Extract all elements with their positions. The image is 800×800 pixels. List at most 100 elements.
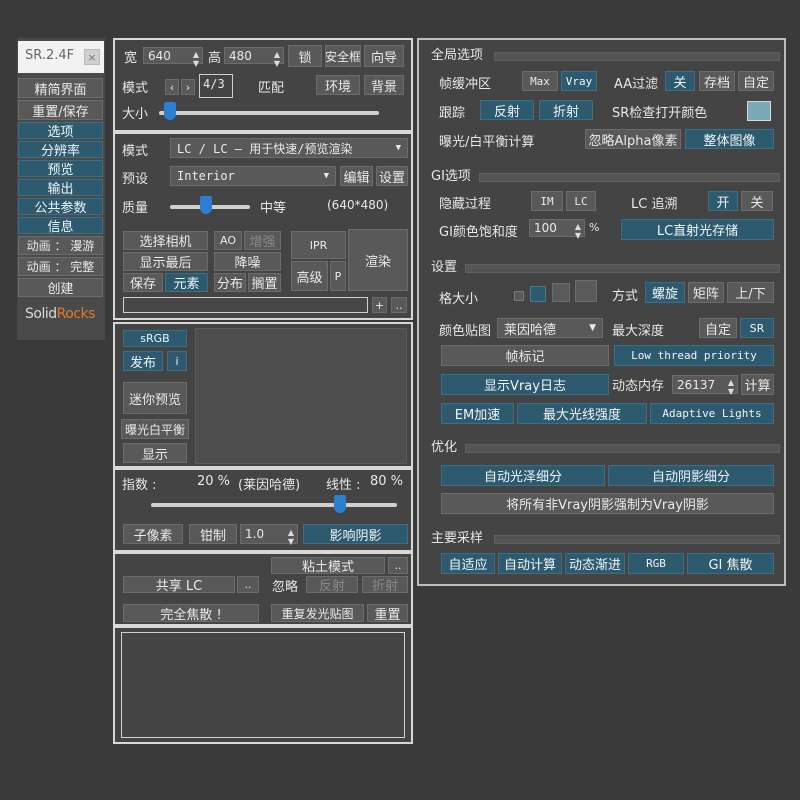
environment-button[interactable]: 环境 [316, 75, 360, 95]
gi-caustics-button[interactable]: GI 焦散 [687, 553, 774, 574]
render-mode-select[interactable]: LC / LC – 用于快速/预览渲染 ▼ [170, 138, 408, 158]
aa-save-button[interactable]: 存档 [699, 71, 735, 91]
whole-image-button[interactable]: 整体图像 [685, 129, 774, 149]
sidebar-item-resolution[interactable]: 分辨率 [18, 141, 103, 158]
chevron-left-icon[interactable]: ‹ [165, 79, 179, 95]
show-vray-log-button[interactable]: 显示Vray日志 [441, 374, 609, 395]
safe-frame-button[interactable]: 安全框 [325, 45, 361, 67]
p-button[interactable]: P [330, 261, 346, 291]
show-preview-button[interactable]: 显示 [123, 443, 187, 463]
close-icon[interactable]: × [84, 49, 100, 65]
lock-button[interactable]: 锁 [288, 45, 322, 67]
preset-settings-button[interactable]: 设置 [376, 166, 408, 186]
ao-button[interactable]: AO [214, 231, 242, 250]
select-camera-button[interactable]: 选择相机 [123, 231, 208, 250]
sidebar-item-preview[interactable]: 预览 [18, 160, 103, 177]
size-slider-thumb[interactable] [164, 102, 176, 120]
mini-preview-button[interactable]: 迷你预览 [123, 382, 187, 414]
enhance-button[interactable]: 增强 [244, 231, 281, 250]
dynamic-memory-input[interactable]: 26137 ▲ ▼ [672, 375, 738, 396]
preset-select[interactable]: Interior ▼ [170, 166, 336, 186]
render-button[interactable]: 渲染 [348, 229, 408, 291]
color-map-select[interactable]: 莱因哈德 ▼ [497, 318, 603, 338]
publish-button[interactable]: 发布 [123, 351, 163, 371]
info-button[interactable]: i [167, 351, 187, 371]
calculate-button[interactable]: 计算 [741, 374, 774, 395]
auto-calc-sampler-button[interactable]: 自动计算 [498, 553, 562, 574]
grid-size-4[interactable] [575, 280, 597, 302]
fb-max-button[interactable]: Max [522, 71, 558, 91]
force-vray-shadows-button[interactable]: 将所有非Vray阴影强制为Vray阴影 [441, 493, 774, 514]
width-input[interactable]: 640 ▲ ▼ [143, 47, 203, 68]
gi-saturation-input[interactable]: 100 ▲ ▼ [529, 219, 585, 240]
share-lc-more-button[interactable]: .. [237, 576, 259, 593]
sidebar-item-info[interactable]: 信息 [18, 217, 103, 234]
chevron-right-icon[interactable]: › [181, 79, 195, 95]
sidebar-item-common[interactable]: 公共参数 [18, 198, 103, 215]
ipr-button[interactable]: IPR [291, 231, 346, 259]
height-input[interactable]: 480 ▲ ▼ [224, 47, 284, 68]
edit-preset-button[interactable]: 编辑 [340, 166, 373, 186]
max-depth-sr-button[interactable]: SR [740, 318, 774, 338]
trace-refract-button[interactable]: 折射 [539, 100, 593, 120]
aa-custom-button[interactable]: 自定 [738, 71, 774, 91]
clay-mode-button[interactable]: 粘土模式 [271, 557, 385, 574]
preview-viewport[interactable] [195, 328, 407, 464]
ignore-reflect-button[interactable]: 反射 [306, 576, 358, 593]
size-slider[interactable] [159, 111, 379, 115]
clay-more-button[interactable]: .. [388, 557, 408, 574]
progressive-sampler-button[interactable]: 动态渐进 [565, 553, 625, 574]
sidebar-item-output[interactable]: 输出 [18, 179, 103, 196]
show-last-button[interactable]: 显示最后 [123, 252, 208, 271]
create-button[interactable]: 创建 [18, 278, 103, 297]
add-button[interactable]: + [372, 297, 387, 313]
clamp-button[interactable]: 钳制 [189, 524, 237, 544]
grid-size-2[interactable] [530, 286, 546, 302]
save-render-button[interactable]: 保存 [123, 273, 163, 292]
compact-ui-button[interactable]: 精简界面 [18, 78, 103, 98]
em-accelerate-button[interactable]: EM加速 [441, 403, 514, 424]
aa-off-button[interactable]: 关 [665, 71, 695, 91]
distribute-button[interactable]: 分布 [214, 273, 246, 292]
reset-save-button[interactable]: 重置/保存 [18, 100, 103, 120]
denoise-button[interactable]: 降噪 [214, 252, 281, 271]
background-button[interactable]: 背景 [364, 75, 404, 95]
lc-direct-light-button[interactable]: LC直射光存储 [621, 219, 774, 240]
anim-walk-button[interactable]: 动画 ： 漫游 [18, 236, 103, 255]
max-depth-custom-button[interactable]: 自定 [699, 318, 737, 338]
rgb-button[interactable]: RGB [628, 553, 684, 574]
low-thread-priority-button[interactable]: Low thread priority [614, 345, 774, 366]
spiral-button[interactable]: 螺旋 [645, 282, 685, 303]
shelve-button[interactable]: 搁置 [248, 273, 281, 292]
matrix-button[interactable]: 矩阵 [688, 282, 724, 303]
reset-misc-button[interactable]: 重置 [367, 604, 408, 622]
adaptive-sampler-button[interactable]: 自适应 [441, 553, 495, 574]
repeat-glow-map-button[interactable]: 重复发光贴图 [271, 604, 364, 622]
more-button[interactable]: .. [391, 297, 407, 313]
grid-size-3[interactable] [552, 283, 570, 302]
srgb-button[interactable]: sRGB [123, 330, 187, 347]
adaptive-lights-button[interactable]: Adaptive Lights [650, 403, 774, 424]
max-ray-intensity-button[interactable]: 最大光线强度 [517, 403, 647, 424]
ignore-alpha-button[interactable]: 忽略Alpha像素 [585, 129, 681, 149]
check-color-swatch[interactable] [747, 101, 771, 121]
hide-im-button[interactable]: IM [531, 191, 563, 211]
anim-full-button[interactable]: 动画 ： 完整 [18, 257, 103, 276]
auto-shadow-subdivs-button[interactable]: 自动阴影细分 [608, 465, 774, 486]
fb-vray-button[interactable]: Vray [561, 71, 597, 91]
exposure-slider[interactable] [151, 503, 397, 507]
elements-button[interactable]: 元素 [165, 273, 208, 292]
frame-stamp-button[interactable]: 帧标记 [441, 345, 609, 366]
sidebar-item-options[interactable]: 选项 [18, 122, 103, 139]
share-lc-button[interactable]: 共享 LC [123, 576, 235, 593]
ignore-refract-button[interactable]: 折射 [362, 576, 408, 593]
full-caustics-button[interactable]: 完全焦散 ! [123, 604, 259, 622]
subpixel-button[interactable]: 子像素 [123, 524, 183, 544]
hide-lc-button[interactable]: LC [566, 191, 596, 211]
exposure-wb-button[interactable]: 曝光白平衡 [121, 419, 189, 439]
lc-trace-off-button[interactable]: 关 [741, 191, 773, 211]
advanced-button[interactable]: 高级 [291, 261, 328, 291]
ratio-field[interactable]: 4/3 [199, 74, 233, 98]
grid-size-1[interactable] [514, 291, 524, 301]
wizard-button[interactable]: 向导 [364, 45, 404, 67]
